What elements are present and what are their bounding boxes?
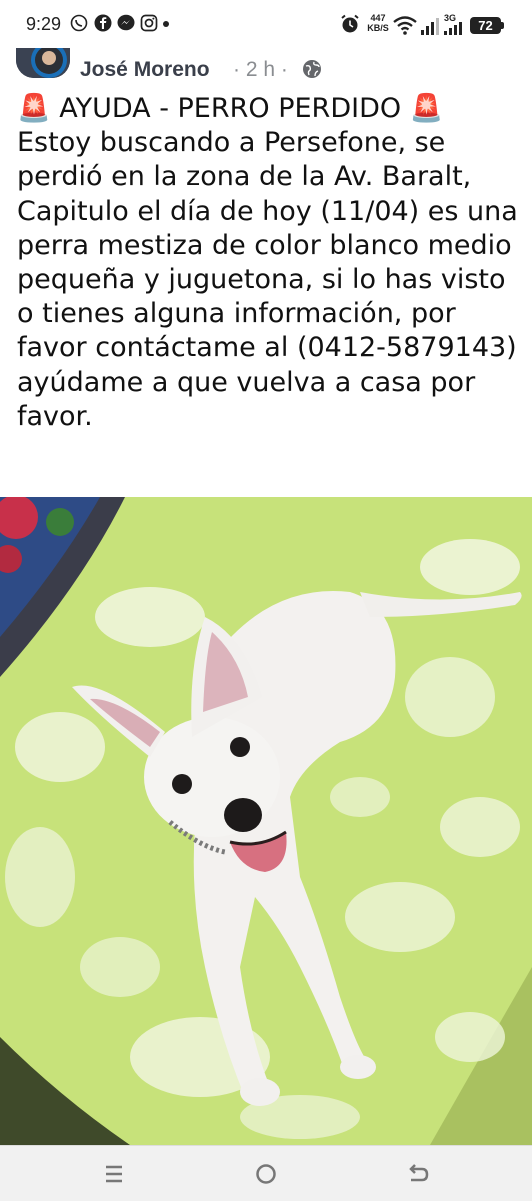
- network-speed-value: 447: [370, 13, 386, 23]
- alarm-icon: [341, 14, 359, 33]
- home-icon[interactable]: [248, 1156, 284, 1192]
- network-speed: 447 KB/S: [366, 13, 390, 33]
- system-nav-bar: [0, 1145, 532, 1201]
- post-body-text: 🚨 AYUDA - PERRO PERDIDO 🚨 Estoy buscando…: [17, 93, 518, 432]
- recent-apps-icon[interactable]: [96, 1156, 132, 1192]
- post-header: José Moreno · 2 h ·: [0, 44, 532, 90]
- battery-tip: [501, 22, 504, 29]
- author-avatar[interactable]: [16, 48, 70, 78]
- messenger-icon: [117, 14, 135, 31]
- globe-icon: [303, 60, 321, 78]
- whatsapp-icon: [70, 14, 88, 32]
- back-icon[interactable]: [400, 1156, 436, 1192]
- post-photo[interactable]: [0, 497, 532, 1145]
- network-speed-unit: KB/S: [367, 23, 389, 33]
- notification-dot-icon: [163, 21, 169, 27]
- instagram-icon: [140, 14, 158, 32]
- post-time[interactable]: · 2 h ·: [233, 58, 288, 82]
- battery-icon: 72: [470, 17, 501, 34]
- battery-level: 72: [478, 18, 493, 33]
- author-name[interactable]: José Moreno: [80, 58, 210, 82]
- status-time: 9:29: [26, 14, 62, 34]
- signal-3g-icon: [444, 22, 462, 35]
- facebook-icon: [94, 14, 112, 32]
- signal-icon: [421, 18, 439, 35]
- wifi-icon: [393, 16, 417, 35]
- status-bar: 9:29 447 KB/S 3G 72: [0, 0, 532, 44]
